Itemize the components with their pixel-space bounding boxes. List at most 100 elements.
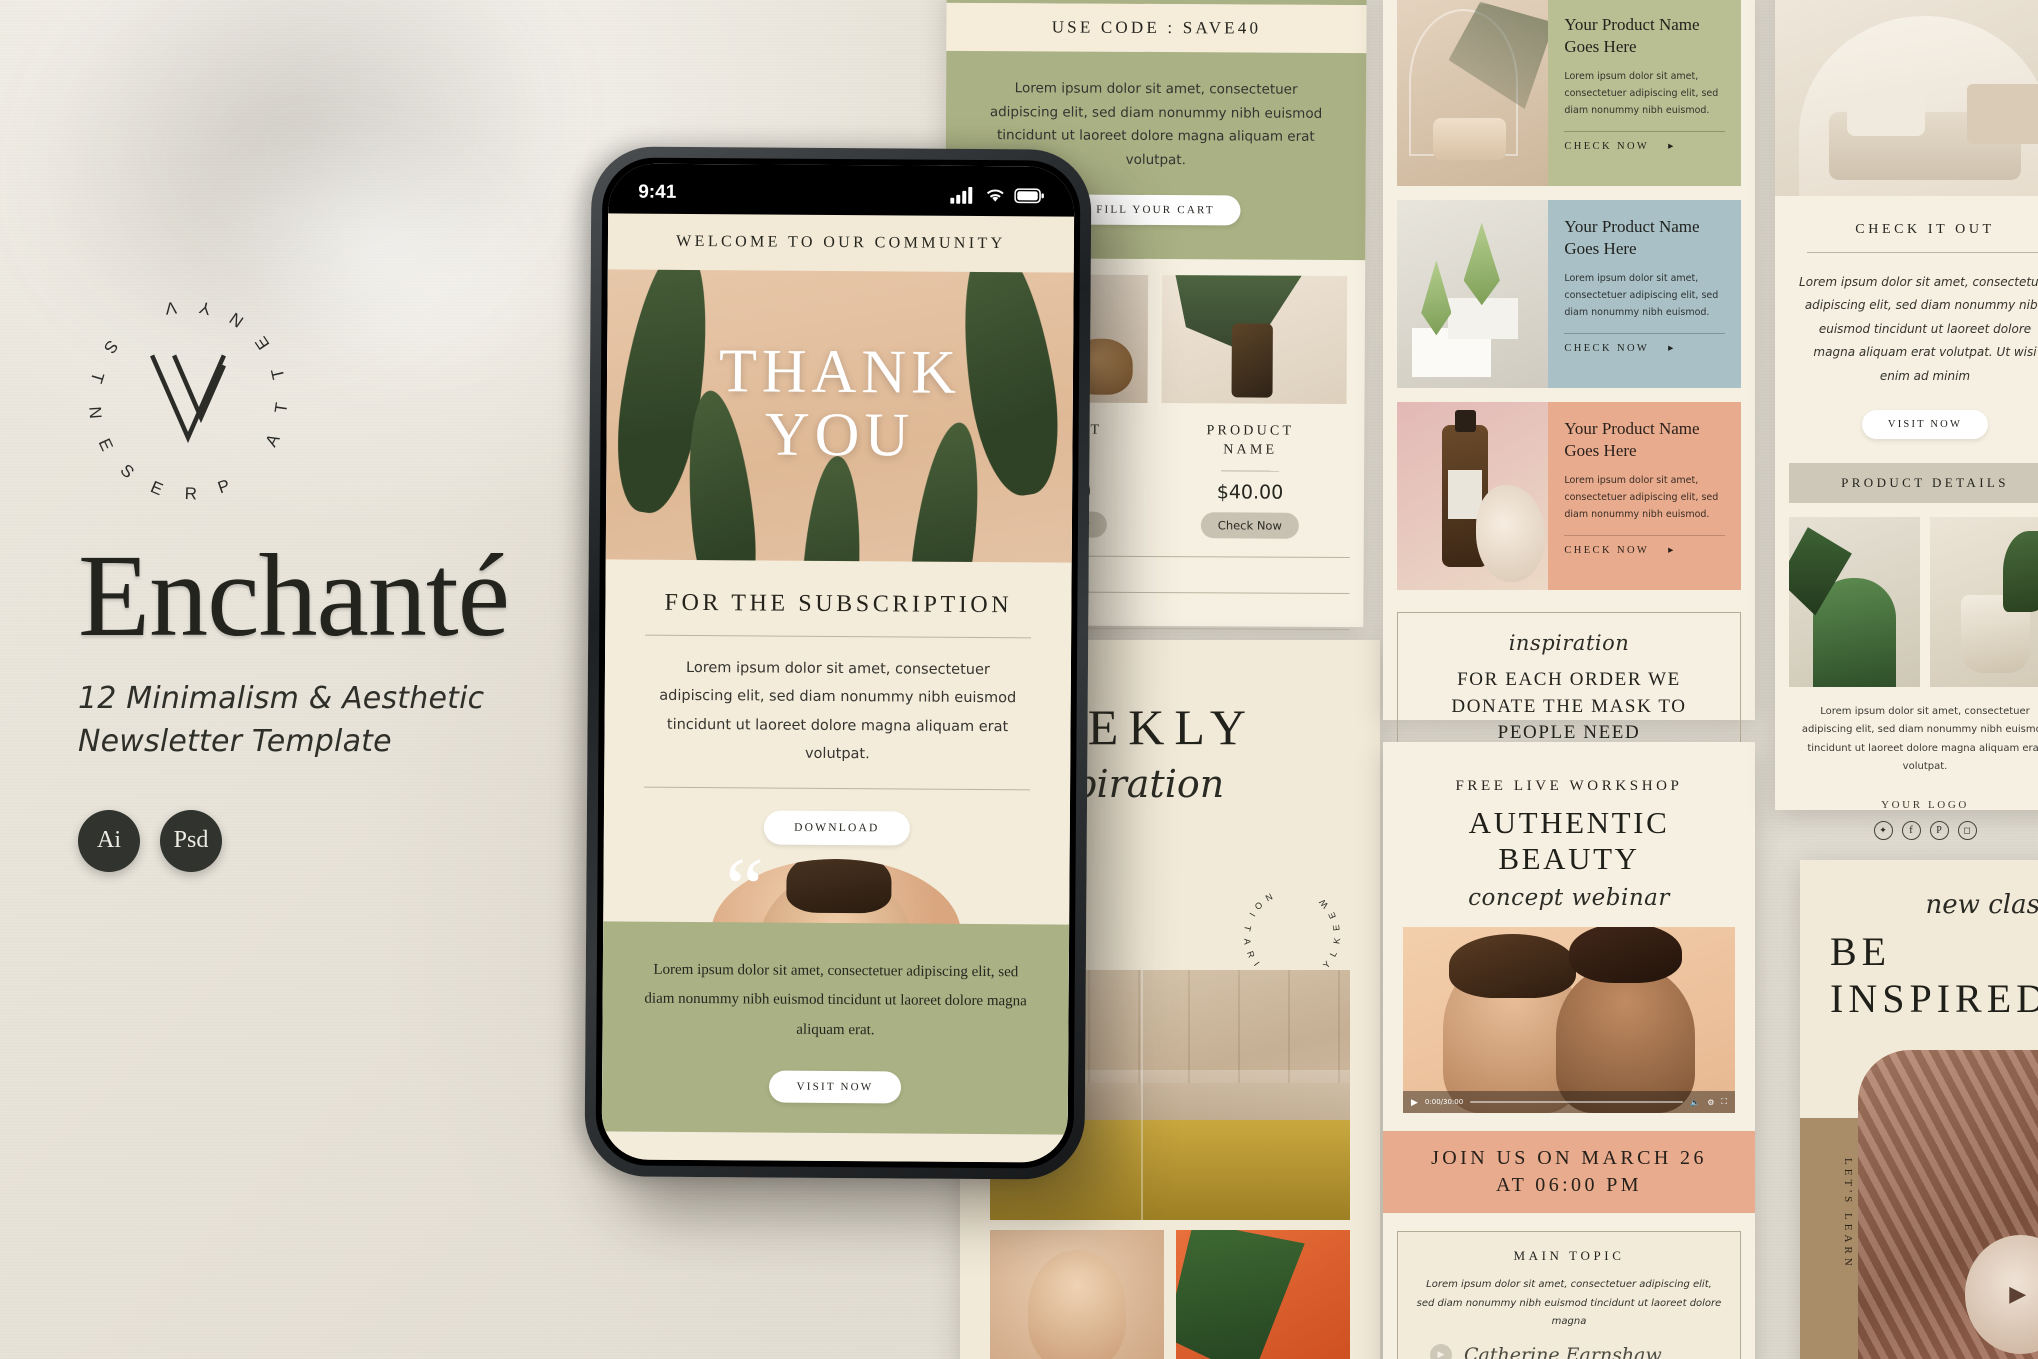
product-card-1-title-line2: Goes Here [1564,37,1637,57]
visit-now-button[interactable]: VISIT NOW [768,1070,902,1104]
product-card-2-cta-label: CHECK NOW [1564,343,1650,355]
page-title: Enchanté [78,530,510,661]
download-button[interactable]: DOWNLOAD [764,810,910,846]
donate-headline-line1: FOR EACH ORDER WE [1457,669,1681,690]
product-card-2[interactable]: Your Product Name Goes Here Lorem ipsum … [1397,200,1741,388]
product-image-2 [1161,274,1348,404]
product-card-3-cta[interactable]: CHECK NOW ▸ [1564,544,1725,556]
workshop-video[interactable]: ▶ 0:00/30:00 🔈 ⚙ ⛶ [1403,927,1735,1113]
product-card-1-cta[interactable]: CHECK NOW ▸ [1564,140,1725,152]
product-entry-2: PRODUCT NAME $40.00 Check Now [1154,420,1347,539]
volume-icon[interactable]: 🔈 [1690,1098,1700,1107]
check-it-out-visit-button[interactable]: VISIT NOW [1861,409,1989,439]
main-topic-body: Lorem ipsum dolor sit amet, consectetuer… [1416,1279,1722,1327]
logo-ring-letter: N [85,405,106,421]
product-card-2-cta[interactable]: CHECK NOW ▸ [1564,342,1725,354]
product-card-1-cta-label: CHECK NOW [1564,141,1650,153]
weekly-stamp-letter: W [1316,896,1331,911]
phone-welcome-bar: WELCOME TO OUR COMMUNITY [607,213,1075,273]
fullscreen-icon[interactable]: ⛶ [1721,1097,1727,1107]
status-time: 9:41 [638,181,677,203]
product-card-2-title-line1: Your Product Name [1564,217,1700,236]
weekly-stamp-letter: K [1331,936,1343,945]
quote-icon: “ [725,839,764,936]
product-card-1-body-text: Lorem ipsum dolor sit amet, consectetuer… [1564,71,1719,117]
logo-ring-letter: E [94,435,118,455]
workshop-header: FREE LIVE WORKSHOP AUTHENTIC BEAUTY conc… [1383,742,1755,911]
phone-notch [743,164,940,200]
instagram-icon[interactable]: ◻ [1957,820,1977,840]
product-detail-image-2 [1930,516,2038,687]
check-it-out-image [1775,0,2038,196]
weekly-photo-left [990,1230,1164,1359]
logo-ring-letter: R [184,483,199,504]
main-topic-label: MAIN TOPIC [1513,1248,1625,1263]
be-inspired-panel: new classes BE INSPIRED LET'S LEARN ▶ [1800,860,2038,1359]
wifi-icon [986,189,1004,202]
be-inspired-header: new classes BE INSPIRED [1800,860,2038,1022]
weekly-stamp-letter: I [1247,911,1258,919]
product-card-3-body-text: Lorem ipsum dolor sit amet, consectetuer… [1564,475,1719,521]
play-circle-icon[interactable]: ▶ [1430,1343,1452,1359]
phone-green-body: Lorem ipsum dolor sit amet, consectetuer… [644,961,1027,1038]
weekly-stamp-letter: N [1263,891,1275,904]
weekly-stamp-letter: R [1245,949,1257,960]
phone-hero-title-line2: YOU [764,400,915,470]
phone-bezel: 9:41 WELCOME TO OUR COMMUNITY THANK YOU … [595,157,1081,1169]
play-icon[interactable]: ▶ [1411,1097,1418,1108]
logo-ring-letter: E [147,477,167,500]
logo-ring-letter: S [116,460,139,483]
fill-your-cart-button[interactable]: FILL YOUR CART [1070,194,1241,225]
phone-hero-title: THANK YOU [606,337,1073,470]
donate-headline: FOR EACH ORDER WE DONATE THE MASK TO PEO… [1416,667,1722,747]
status-indicators [950,186,1044,204]
be-inspired-photo: ▶ [1858,1050,2038,1359]
weekly-stamp-letter: O [1252,899,1265,913]
main-topic-block: MAIN TOPIC Lorem ipsum dolor sit amet, c… [1397,1231,1741,1359]
promo-code-text: USE CODE : SAVE40 [1051,17,1262,38]
weekly-stamp-letter: Y [1321,958,1333,971]
pinterest-icon[interactable]: P [1929,820,1949,840]
logo-ring-letter: T [86,369,108,387]
phone-hero-title-line1: THANK [718,337,962,407]
be-inspired-script: new classes [1925,890,2038,920]
workshop-date-line2: AT 06:00 PM [1496,1174,1642,1196]
weekly-stamp-letter: I [1251,959,1262,969]
twitter-icon[interactable]: ✦ [1873,820,1893,840]
video-controls[interactable]: ▶ 0:00/30:00 🔈 ⚙ ⛶ [1403,1091,1735,1113]
product-name-2-line1: PRODUCT [1206,422,1295,439]
phone-content: WELCOME TO OUR COMMUNITY THANK YOU FOR T… [601,213,1075,1163]
check-it-out-footer: YOUR LOGO ✦ f P ◻ [1775,799,2038,840]
product-card-1[interactable]: Your Product Name Goes Here Lorem ipsum … [1397,0,1741,186]
weekly-stamp-letter: L [1327,949,1340,959]
logo-ring-letter: P [215,475,234,498]
settings-icon[interactable]: ⚙ [1707,1098,1714,1107]
logo-v-mark [145,350,231,451]
product-detail-image-1 [1789,516,1920,687]
product-details-images [1789,516,2038,687]
page-subtitle: 12 Minimalism & Aesthetic Newsletter Tem… [78,678,608,763]
donate-script: inspiration [1508,631,1630,655]
check-it-out-body: Lorem ipsum dolor sit amet, consectetuer… [1799,275,2038,383]
workshop-panel: FREE LIVE WORKSHOP AUTHENTIC BEAUTY conc… [1383,742,1755,1359]
subtitle-line-2: Newsletter Template [78,723,392,759]
workshop-eyebrow: FREE LIVE WORKSHOP [1455,778,1683,794]
phone-screen[interactable]: 9:41 WELCOME TO OUR COMMUNITY THANK YOU … [601,163,1075,1163]
product-details-label: PRODUCT DETAILS [1789,462,2038,503]
poster-stage: VYNETTAPRESENTS Enchanté 12 Minimalism &… [0,0,2038,1359]
logo-ring-letter: Y [196,297,213,319]
speaker-row: ▶ Catherine Earnshaw [1416,1343,1722,1359]
product-details-body: Lorem ipsum dolor sit amet, consectetuer… [1801,705,2038,773]
product-card-3[interactable]: Your Product Name Goes Here Lorem ipsum … [1397,402,1741,590]
product-price-2: $40.00 [1216,481,1284,504]
video-progress-bar[interactable] [1470,1101,1684,1103]
facebook-icon[interactable]: f [1901,820,1921,840]
product-card-3-cta-label: CHECK NOW [1564,545,1650,557]
product-card-3-body: Your Product Name Goes Here Lorem ipsum … [1548,402,1741,590]
play-icon[interactable]: ▶ [1994,1268,2038,1321]
workshop-script: concept webinar [1468,885,1670,911]
check-it-out-title: CHECK IT OUT [1855,222,1995,237]
weekly-stamp-letter: A [1242,938,1253,946]
phone-body-text: Lorem ipsum dolor sit amet, consectetuer… [659,659,1017,763]
check-now-button-2[interactable]: Check Now [1200,511,1299,539]
